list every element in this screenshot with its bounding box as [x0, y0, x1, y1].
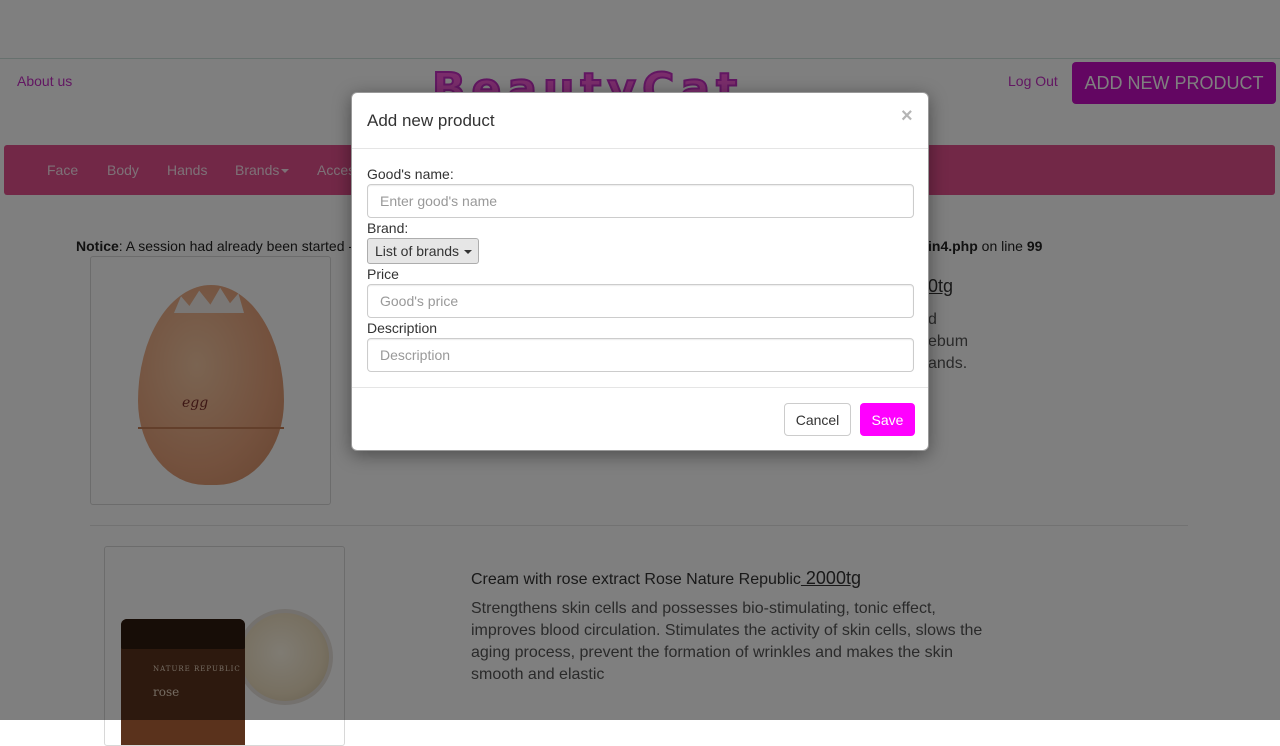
cancel-button[interactable]: Cancel	[784, 403, 851, 436]
goods-name-input[interactable]	[367, 184, 914, 218]
brand-label: Brand:	[367, 220, 409, 236]
chevron-down-icon	[464, 250, 473, 255]
price-label: Price	[367, 266, 399, 282]
add-product-modal: Add new product × Good's name: Brand: Li…	[351, 92, 929, 451]
description-label: Description	[367, 320, 438, 336]
description-input[interactable]	[367, 338, 914, 372]
close-icon[interactable]: ×	[901, 105, 913, 128]
save-button[interactable]: Save	[860, 403, 915, 436]
modal-header: Add new product ×	[352, 93, 928, 149]
modal-title: Add new product	[367, 111, 495, 130]
brand-dropdown[interactable]: List of brands	[367, 238, 479, 264]
brand-dropdown-label: List of brands	[375, 243, 460, 259]
goods-name-label: Good's name:	[367, 166, 454, 182]
price-input[interactable]	[367, 284, 914, 318]
modal-footer-divider	[352, 387, 928, 388]
